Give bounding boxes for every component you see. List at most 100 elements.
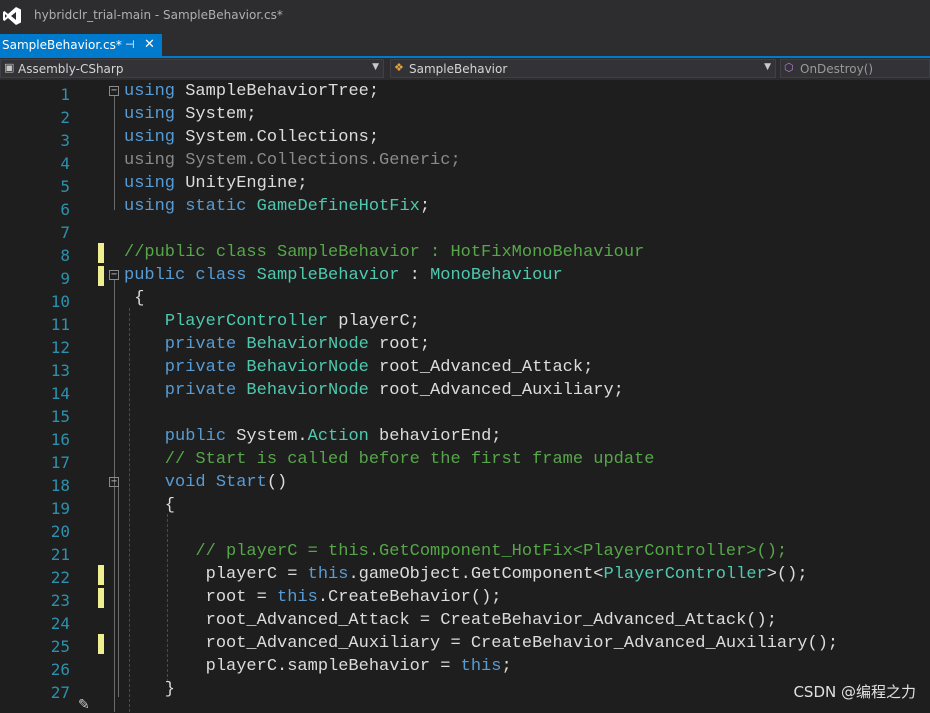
- code-line: root_Advanced_Attack = CreateBehavior_Ad…: [124, 611, 777, 630]
- keyword: private: [124, 358, 247, 377]
- code-line: {: [124, 289, 145, 308]
- code-text: (): [266, 473, 288, 492]
- code-text: playerC;: [328, 312, 420, 331]
- type-name: GameDefineHotFix: [256, 197, 420, 216]
- line-number: 23: [50, 591, 70, 610]
- window-title: hybridclr_trial-main - SampleBehavior.cs…: [34, 8, 283, 22]
- code-line: playerC.sampleBehavior = this;: [124, 657, 512, 676]
- keyword: using: [124, 105, 176, 124]
- line-number: 4: [60, 154, 70, 173]
- line-number: 11: [50, 315, 70, 334]
- quick-action-pen-icon[interactable]: ✎: [78, 697, 90, 713]
- line-number: 12: [50, 338, 70, 357]
- code-text: :: [399, 266, 431, 285]
- type-name: PlayerController: [603, 565, 767, 584]
- type-dropdown-label: SampleBehavior: [409, 62, 508, 76]
- code-line: playerC = this.gameObject.GetComponent<P…: [124, 565, 808, 584]
- outline-guide: [114, 96, 115, 210]
- type-name: Action: [307, 427, 369, 446]
- outline-guide: [114, 280, 115, 712]
- line-number: 24: [50, 614, 70, 633]
- type-dropdown[interactable]: ❖ SampleBehavior ▼: [390, 59, 776, 78]
- line-number: 16: [50, 430, 70, 449]
- line-number: 20: [50, 522, 70, 541]
- line-number: 1: [60, 85, 70, 104]
- code-text: root_Advanced_Auxiliary;: [368, 381, 624, 400]
- code-line: private BehaviorNode root_Advanced_Attac…: [124, 358, 593, 377]
- code-text: ;: [419, 197, 431, 216]
- keyword: this: [460, 657, 502, 676]
- project-dropdown[interactable]: ▣ Assembly-CSharp ▼: [0, 59, 384, 78]
- watermark: CSDN @编程之力: [793, 683, 916, 701]
- type-name: PlayerController: [164, 312, 329, 331]
- title-bar: hybridclr_trial-main - SampleBehavior.cs…: [0, 0, 930, 32]
- line-number: 25: [50, 637, 70, 656]
- type-name: BehaviorNode: [246, 381, 369, 400]
- code-line: public System.Action behaviorEnd;: [124, 427, 502, 446]
- project-icon: ▣: [4, 61, 15, 74]
- line-number: 5: [60, 177, 70, 196]
- code-line: root = this.CreateBehavior();: [124, 588, 502, 607]
- comment-line: // Start is called before the first fram…: [124, 450, 655, 469]
- code-line: using System.Collections;: [124, 128, 379, 147]
- code-text: System.Collections;: [175, 128, 380, 147]
- code-line: public class SampleBehavior : MonoBehavi…: [124, 266, 563, 285]
- code-text: behaviorEnd;: [368, 427, 502, 446]
- line-number: 17: [50, 453, 70, 472]
- keyword: private: [124, 381, 247, 400]
- code-line: private BehaviorNode root;: [124, 335, 430, 354]
- tab-label: SampleBehavior.cs*: [2, 38, 122, 52]
- member-dropdown[interactable]: ⬡ OnDestroy(): [780, 59, 930, 78]
- code-line: using static GameDefineHotFix;: [124, 197, 430, 216]
- keyword: public class: [124, 266, 257, 285]
- chevron-down-icon: ▼: [764, 62, 771, 72]
- visual-studio-logo-icon: [3, 7, 21, 25]
- keyword: using: [124, 82, 176, 101]
- code-line: PlayerController playerC;: [124, 312, 420, 331]
- code-text: .gameObject.GetComponent<: [348, 565, 604, 584]
- keyword: static: [175, 197, 257, 216]
- code-line: using SampleBehaviorTree;: [124, 82, 379, 101]
- code-editor[interactable]: 1 2 3 4 5 6 7 8 9 10 11 12 13 14 15 16 1…: [0, 80, 930, 712]
- code-line: void Start(): [124, 473, 287, 492]
- code-line: }: [124, 680, 176, 699]
- line-number: 9: [60, 269, 70, 288]
- code-line: using System;: [124, 105, 257, 124]
- code-line: root_Advanced_Auxiliary = CreateBehavior…: [124, 634, 839, 653]
- method-name: Start: [215, 473, 267, 492]
- collapse-toggle-icon[interactable]: −: [109, 270, 119, 280]
- line-number: 18: [50, 476, 70, 495]
- collapse-toggle-icon[interactable]: −: [109, 86, 119, 96]
- line-number: 26: [50, 660, 70, 679]
- type-name: BehaviorNode: [246, 335, 369, 354]
- code-text: ;: [501, 657, 512, 676]
- change-marker: [98, 565, 104, 585]
- line-number: 13: [50, 361, 70, 380]
- line-number: 19: [50, 499, 70, 518]
- keyword: this: [277, 588, 318, 607]
- pin-icon[interactable]: ⊣: [125, 38, 135, 51]
- keyword: using: [124, 197, 176, 216]
- navigation-bar: ▣ Assembly-CSharp ▼ ❖ SampleBehavior ▼ ⬡…: [0, 58, 930, 80]
- line-number: 10: [50, 292, 70, 311]
- change-marker: [98, 243, 104, 263]
- code-line: private BehaviorNode root_Advanced_Auxil…: [124, 381, 624, 400]
- tab-samplebehavior[interactable]: SampleBehavior.cs* ⊣ ✕: [0, 34, 162, 58]
- code-text: SampleBehaviorTree;: [175, 82, 380, 101]
- line-number: 8: [60, 246, 70, 265]
- code-text: .CreateBehavior();: [317, 588, 502, 607]
- project-dropdown-label: Assembly-CSharp: [18, 62, 124, 76]
- code-text: playerC.sampleBehavior =: [124, 657, 461, 676]
- change-marker: [98, 588, 104, 608]
- close-icon[interactable]: ✕: [144, 37, 155, 52]
- code-text: root =: [124, 588, 278, 607]
- member-dropdown-label: OnDestroy(): [800, 62, 874, 76]
- code-text: System.: [236, 427, 308, 446]
- outline-guide: [118, 487, 119, 697]
- chevron-down-icon: ▼: [372, 62, 379, 72]
- code-line: using UnityEngine;: [124, 174, 308, 193]
- keyword: using: [124, 128, 176, 147]
- code-text: root_Advanced_Attack;: [368, 358, 594, 377]
- line-number: 21: [50, 545, 70, 564]
- collapse-toggle-icon[interactable]: −: [109, 477, 119, 487]
